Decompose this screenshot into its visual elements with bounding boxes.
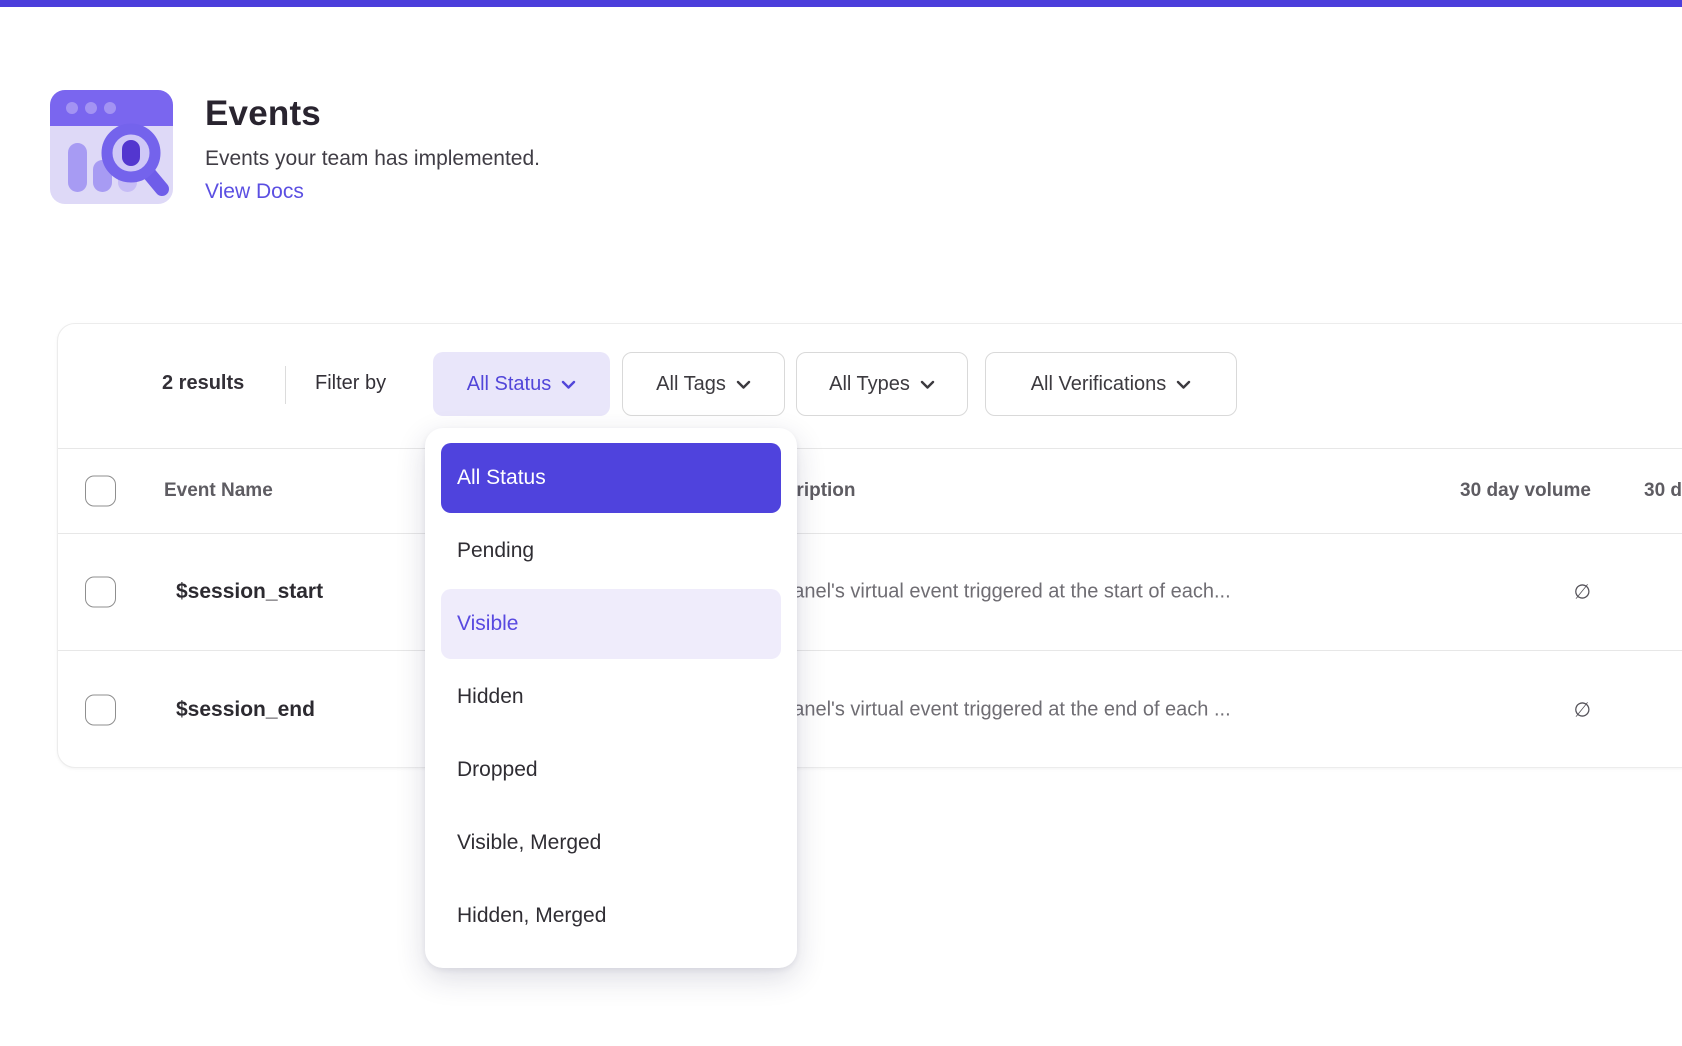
toolbar-divider <box>285 366 286 404</box>
event-name-cell[interactable]: $session_start <box>176 580 323 604</box>
filter-toolbar: 2 results Filter by All Status All Tags … <box>58 324 1682 448</box>
filter-all-types-button[interactable]: All Types <box>796 352 968 416</box>
chevron-down-icon <box>1176 373 1191 396</box>
top-accent-bar <box>0 0 1682 7</box>
select-all-checkbox[interactable] <box>85 476 116 507</box>
event-description-cell: Mixpanel's virtual event triggered at th… <box>751 581 1231 604</box>
status-filter-dropdown-menu: All Status Pending Visible Hidden Droppe… <box>425 428 797 968</box>
filter-all-tags-label: All Tags <box>656 373 726 396</box>
dropdown-option-all-status[interactable]: All Status <box>441 443 781 513</box>
events-table-card: 2 results Filter by All Status All Tags … <box>57 323 1682 768</box>
view-docs-link[interactable]: View Docs <box>205 180 540 204</box>
page-title: Events <box>205 94 540 134</box>
filter-all-verifications-button[interactable]: All Verifications <box>985 352 1237 416</box>
dropdown-option-visible[interactable]: Visible <box>441 589 781 659</box>
event-description-cell: Mixpanel's virtual event triggered at th… <box>751 698 1231 721</box>
event-30-day-volume-cell: ∅ <box>1391 697 1591 722</box>
column-header-event-name[interactable]: Event Name <box>164 480 273 502</box>
row-checkbox[interactable] <box>85 577 116 608</box>
page-header-text: Events Events your team has implemented.… <box>205 90 540 204</box>
column-header-truncated[interactable]: 30 d <box>1644 480 1682 502</box>
dropdown-option-hidden[interactable]: Hidden <box>441 662 781 732</box>
page-header: Events Events your team has implemented.… <box>50 90 540 204</box>
event-name-cell[interactable]: $session_end <box>176 698 315 722</box>
dropdown-option-hidden-merged[interactable]: Hidden, Merged <box>441 881 781 951</box>
event-30-day-volume-cell: ∅ <box>1391 580 1591 605</box>
events-page: Events Events your team has implemented.… <box>0 0 1682 1046</box>
chevron-down-icon <box>920 373 935 396</box>
chevron-down-icon <box>561 373 576 396</box>
row-checkbox[interactable] <box>85 694 116 725</box>
dropdown-option-pending[interactable]: Pending <box>441 516 781 586</box>
table-header-row: Event Name Description 30 day volume 30 … <box>58 448 1682 534</box>
filter-by-label: Filter by <box>315 372 386 395</box>
page-subtitle: Events your team has implemented. <box>205 147 540 171</box>
column-header-30-day-volume[interactable]: 30 day volume <box>1341 480 1591 502</box>
filter-all-status-button[interactable]: All Status <box>433 352 610 416</box>
dropdown-option-visible-merged[interactable]: Visible, Merged <box>441 808 781 878</box>
table-row: $session_end Mixpanel's virtual event tr… <box>58 651 1682 768</box>
filter-all-tags-button[interactable]: All Tags <box>622 352 785 416</box>
table-row: $session_start Mixpanel's virtual event … <box>58 534 1682 651</box>
events-lexicon-icon <box>50 90 173 204</box>
dropdown-option-dropped[interactable]: Dropped <box>441 735 781 805</box>
filter-all-verifications-label: All Verifications <box>1031 373 1167 396</box>
chevron-down-icon <box>736 373 751 396</box>
filter-all-types-label: All Types <box>829 373 910 396</box>
filter-all-status-label: All Status <box>467 373 551 396</box>
results-count: 2 results <box>162 372 244 395</box>
